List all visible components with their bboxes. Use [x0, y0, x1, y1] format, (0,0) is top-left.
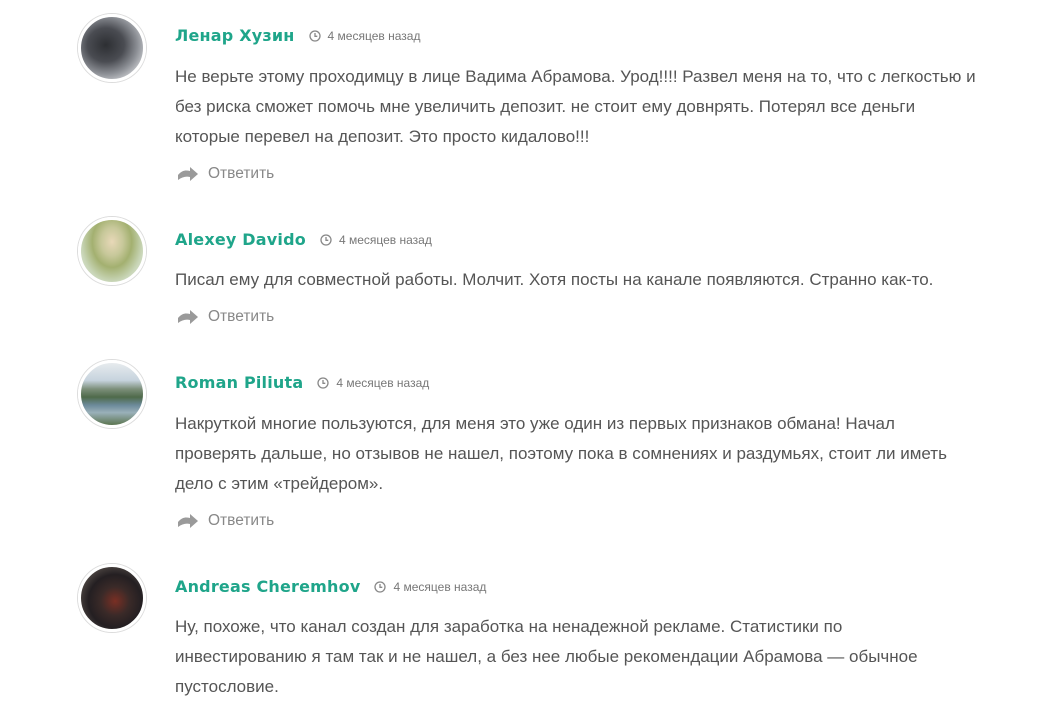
comment-time[interactable]: 4 месяцев назад — [320, 233, 432, 247]
reply-button[interactable]: Ответить — [177, 165, 274, 183]
reply-label: Ответить — [208, 308, 275, 325]
comment-text: Не верьте этому проходимцу в лице Вадима… — [175, 62, 1005, 152]
comment-text-line: Не верьте этому проходимцу в лице Вадима… — [175, 67, 976, 86]
avatar[interactable] — [78, 360, 146, 428]
comment-time[interactable]: 4 месяцев назад — [374, 580, 486, 594]
avatar[interactable] — [78, 14, 146, 82]
comment-text-line: дело с этим «трейдером». — [175, 474, 384, 493]
comment-text-line: пустословие. — [175, 677, 279, 696]
comment-header: Ленар Хузин 4 месяцев назад — [175, 26, 420, 45]
comment-author[interactable]: Ленар Хузин — [175, 26, 295, 45]
comment-time-label: 4 месяцев назад — [336, 375, 430, 390]
comment-time-label: 4 месяцев назад — [327, 28, 421, 43]
avatar[interactable] — [78, 564, 146, 632]
reply-label: Ответить — [208, 512, 275, 529]
comment-text-line: без риска сможет помочь мне увеличить де… — [175, 97, 916, 116]
reply-button[interactable]: Ответить — [177, 512, 274, 530]
clock-icon — [317, 376, 330, 389]
comment-text: Накруткой многие пользуются, для меня эт… — [175, 409, 1005, 499]
comment-time[interactable]: 4 месяцев назад — [308, 28, 421, 43]
comment-text: Ну, похоже, что канал создан для заработ… — [175, 612, 1005, 702]
comment-text-line: инвестированию я там так и не нашел, а б… — [175, 647, 918, 666]
reply-arrow-icon — [178, 167, 198, 181]
clock-icon — [374, 580, 387, 593]
comment-header: Roman Piliuta 4 месяцев назад — [175, 373, 429, 392]
reply-arrow-icon — [178, 310, 198, 324]
comment-time[interactable]: 4 месяцев назад — [317, 376, 429, 390]
comment-text-line: которые перевел на депозит. Это просто к… — [175, 127, 590, 146]
comment-time-label: 4 месяцев назад — [338, 232, 432, 247]
clock-icon — [308, 29, 321, 42]
comment-text-line: Ну, похоже, что канал создан для заработ… — [175, 617, 843, 636]
clock-icon — [320, 233, 332, 246]
comment-text-line: проверять дальше, но отзывов не нашел, п… — [175, 444, 947, 463]
reply-arrow-icon — [178, 514, 198, 528]
comment-time-label: 4 месяцев назад — [393, 579, 487, 594]
comment-text-line: Писал ему для совместной работы. Молчит.… — [175, 270, 934, 289]
comment-author[interactable]: Roman Piliuta — [175, 373, 303, 392]
comment-text-line: Накруткой многие пользуются, для меня эт… — [175, 414, 895, 433]
reply-label: Ответить — [208, 165, 275, 182]
comment-text: Писал ему для совместной работы. Молчит.… — [175, 265, 1005, 295]
comment-author[interactable]: Andreas Cheremhov — [175, 577, 360, 596]
reply-button[interactable]: Ответить — [177, 308, 274, 326]
avatar[interactable] — [78, 217, 146, 285]
comment-author[interactable]: Alexey Davido — [175, 230, 306, 249]
comment-header: Andreas Cheremhov 4 месяцев назад — [175, 577, 486, 596]
comment-header: Alexey Davido 4 месяцев назад — [175, 230, 432, 249]
